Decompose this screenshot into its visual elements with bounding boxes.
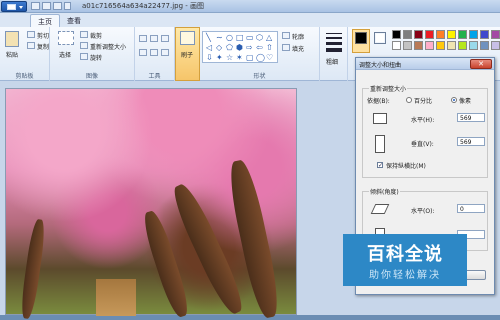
color-swatch[interactable] <box>469 41 478 50</box>
size-label[interactable]: 粗细 <box>326 57 338 66</box>
watermark-logo: 百科全说 助你轻松解决 <box>343 234 467 286</box>
dialog-title: 调整大小和扭曲 <box>359 62 402 69</box>
tab-view[interactable]: 查看 <box>60 14 88 27</box>
clipboard-group-label: 剪贴板 <box>15 73 34 80</box>
dialog-close-button[interactable]: ✕ <box>470 59 492 69</box>
crop-icon[interactable] <box>80 31 88 38</box>
size-group: 粗细 <box>320 27 348 81</box>
color-swatch[interactable] <box>392 41 401 50</box>
color-swatch[interactable] <box>425 41 434 50</box>
horizontal-input[interactable]: 569 <box>457 113 485 122</box>
resize-label[interactable]: 重新调整大小 <box>90 42 126 51</box>
color-swatch[interactable] <box>447 30 456 39</box>
fill-label[interactable]: 填充 <box>292 44 304 53</box>
shapes-gallery[interactable]: ╲ ∼ ○ □ ▭ ⬡ △ ◁ ◇ ⬠ ⬢ ⇨ ⇦ ⇧ ⇩ ✦ ☆ ✶ ▢ ◯ … <box>202 31 278 63</box>
outline-label[interactable]: 轮廓 <box>292 32 304 41</box>
rotate-icon[interactable] <box>80 53 88 60</box>
color-swatch[interactable] <box>392 30 401 39</box>
shapes-group-label: 形状 <box>253 73 266 80</box>
redo-icon[interactable] <box>53 2 62 10</box>
copy-icon[interactable] <box>27 42 35 49</box>
color-swatch[interactable] <box>458 30 467 39</box>
paste-label[interactable]: 粘贴 <box>6 50 18 59</box>
ribbon-tabs: 主页 查看 <box>0 13 500 27</box>
color-swatch[interactable] <box>425 30 434 39</box>
color-swatch[interactable] <box>414 41 423 50</box>
outline-icon[interactable] <box>282 32 290 39</box>
tab-home[interactable]: 主页 <box>30 14 60 27</box>
tools-group: 工具 <box>135 27 175 81</box>
brushes-label: 刷子 <box>181 52 194 59</box>
keep-ratio-checkbox[interactable]: ✓ <box>377 162 383 169</box>
tools-group-label: 工具 <box>148 73 161 80</box>
color2-button[interactable] <box>374 32 386 44</box>
cut-label[interactable]: 剪切 <box>37 31 49 40</box>
horizontal-label: 水平(H): <box>411 117 435 124</box>
color-swatch[interactable] <box>436 41 445 50</box>
select-icon[interactable] <box>58 31 74 45</box>
skew-horizontal-input[interactable]: 0 <box>457 204 485 213</box>
select-label[interactable]: 选择 <box>59 50 71 59</box>
brushes-button[interactable]: 刷子 <box>175 27 200 81</box>
eraser-icon[interactable] <box>139 49 147 56</box>
resize-fieldset: 重新调整大小 依据(B): 百分比 像素 水平(H): 569 垂直(V): 5… <box>362 84 488 178</box>
percent-label[interactable]: 百分比 <box>414 96 432 105</box>
paste-icon[interactable] <box>5 31 19 47</box>
save-icon[interactable] <box>31 2 40 10</box>
vertical-input[interactable]: 569 <box>457 137 485 146</box>
pixels-label[interactable]: 像素 <box>459 96 471 105</box>
horizontal-skew-icon <box>370 204 390 214</box>
clipboard-group: 粘贴 剪切 复制 剪贴板 <box>0 27 50 81</box>
cut-icon[interactable] <box>27 31 35 38</box>
paint-app-icon <box>7 4 16 10</box>
color-swatch[interactable] <box>447 41 456 50</box>
color-swatch[interactable] <box>403 41 412 50</box>
color-swatch[interactable] <box>491 30 500 39</box>
paint-menu-button[interactable] <box>1 1 27 12</box>
crop-label[interactable]: 裁剪 <box>90 31 102 40</box>
resize-legend: 重新调整大小 <box>369 84 408 93</box>
color1-button[interactable] <box>352 29 370 53</box>
title-bar: a01c716564a634a22477.jpg - 画图 <box>0 0 500 13</box>
percent-radio[interactable] <box>406 97 412 103</box>
vertical-label: 垂直(V): <box>411 141 434 148</box>
pixels-radio[interactable] <box>451 97 457 103</box>
by-label: 依据(B): <box>367 98 390 105</box>
chevron-down-icon <box>19 6 23 9</box>
color-swatch[interactable] <box>480 30 489 39</box>
horizontal-resize-icon <box>373 113 387 124</box>
image-group: 选择 裁剪 重新调整大小 旋转 图像 <box>50 27 135 81</box>
watermark-sub-text: 助你轻松解决 <box>369 270 441 281</box>
color-swatch[interactable] <box>469 30 478 39</box>
color-swatch[interactable] <box>403 30 412 39</box>
skew-horizontal-label: 水平(O): <box>411 208 435 215</box>
color-swatch[interactable] <box>414 30 423 39</box>
shapes-group: ╲ ∼ ○ □ ▭ ⬡ △ ◁ ◇ ⬠ ⬢ ⇨ ⇦ ⇧ ⇩ ✦ ☆ ✶ ▢ ◯ … <box>200 27 320 81</box>
text-icon[interactable] <box>161 35 169 42</box>
pencil-icon[interactable] <box>139 35 147 42</box>
customize-quick-access-icon[interactable] <box>64 2 71 10</box>
fill-shape-icon[interactable] <box>282 44 290 51</box>
watermark-main-text: 百科全说 <box>367 244 443 265</box>
copy-label[interactable]: 复制 <box>37 42 49 51</box>
color-swatch[interactable] <box>480 41 489 50</box>
resize-icon[interactable] <box>80 42 88 49</box>
color-picker-icon[interactable] <box>150 49 158 56</box>
rotate-label[interactable]: 旋转 <box>90 53 102 62</box>
color-swatch[interactable] <box>458 41 467 50</box>
color-swatch[interactable] <box>436 30 445 39</box>
window-title: a01c716564a634a22477.jpg - 画图 <box>82 2 205 10</box>
skew-legend: 倾斜(角度) <box>369 187 400 196</box>
image-canvas[interactable] <box>5 88 297 320</box>
undo-icon[interactable] <box>42 2 51 10</box>
fill-icon[interactable] <box>150 35 158 42</box>
magnifier-icon[interactable] <box>161 49 169 56</box>
brush-icon <box>180 31 195 45</box>
image-group-label: 图像 <box>85 73 98 80</box>
vertical-resize-icon <box>375 135 385 153</box>
keep-ratio-label[interactable]: 保持纵横比(M) <box>386 161 426 170</box>
color-swatch[interactable] <box>491 41 500 50</box>
